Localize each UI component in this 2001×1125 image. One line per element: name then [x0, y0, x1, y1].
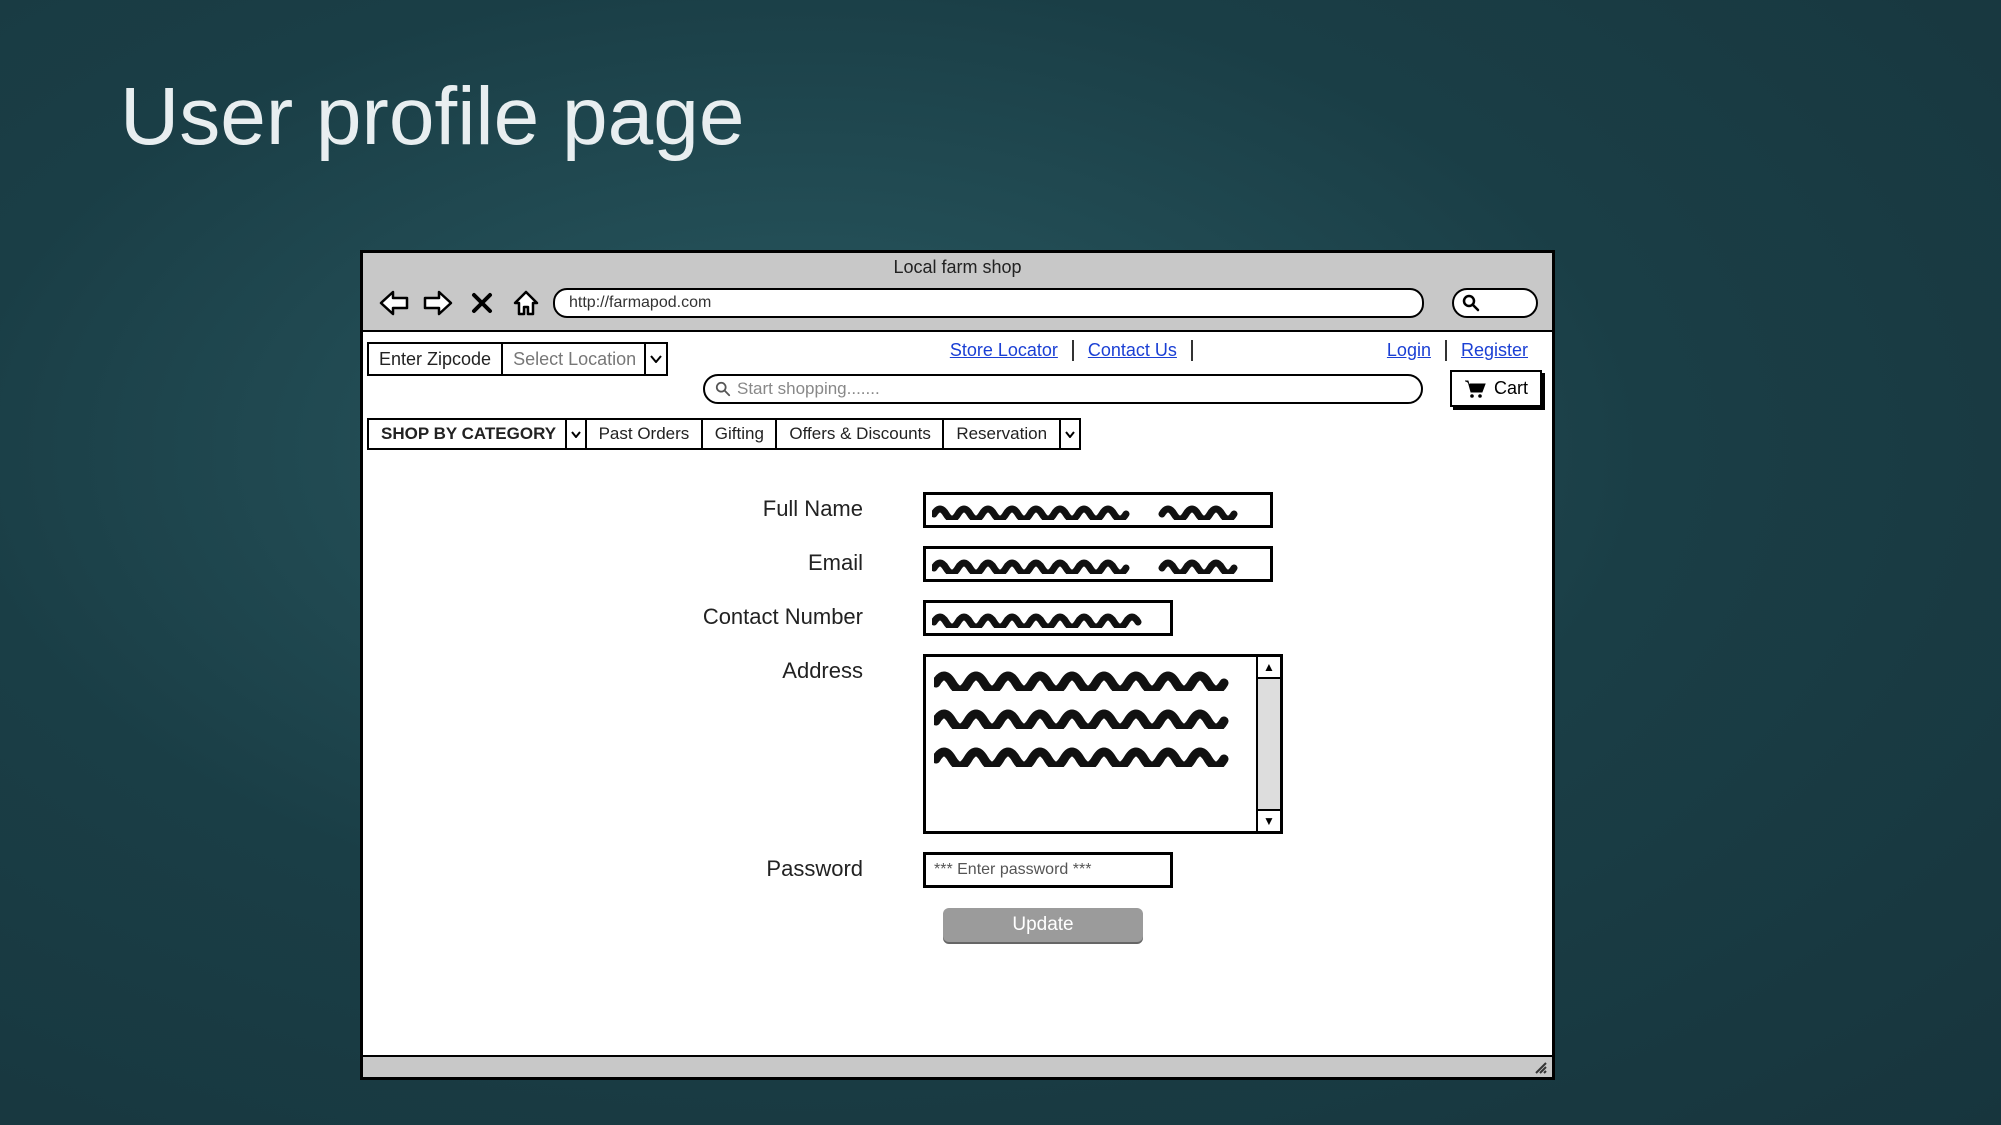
cart-button[interactable]: Cart: [1450, 370, 1542, 407]
url-bar[interactable]: http://farmapod.com: [553, 288, 1424, 318]
full-name-field[interactable]: [923, 492, 1273, 528]
login-link[interactable]: Login: [1373, 340, 1447, 361]
reservation-caret[interactable]: [1059, 418, 1081, 450]
contact-row: Contact Number: [363, 600, 1552, 636]
profile-form: Full Name Email Contac: [363, 492, 1552, 942]
contact-field[interactable]: [923, 600, 1173, 636]
search-input[interactable]: Start shopping.......: [703, 374, 1423, 404]
contact-us-link[interactable]: Contact Us: [1074, 340, 1193, 361]
browser-window: Local farm shop http://farmapod.com En: [360, 250, 1555, 1080]
tab-gifting[interactable]: Gifting: [701, 418, 778, 450]
update-button[interactable]: Update: [943, 908, 1143, 942]
zip-location-group: Enter Zipcode Select Location: [367, 342, 668, 376]
squiggle-placeholder-icon: [934, 667, 1234, 691]
browser-search-pill[interactable]: [1452, 288, 1538, 318]
full-name-row: Full Name: [363, 492, 1552, 528]
slide-title: User profile page: [120, 70, 744, 164]
forward-icon[interactable]: [421, 286, 455, 320]
nav-tabs: SHOP BY CATEGORY Past Orders Gifting Off…: [367, 418, 1078, 450]
squiggle-placeholder-icon: [932, 608, 1162, 628]
password-field[interactable]: *** Enter password ***: [923, 852, 1173, 888]
email-field[interactable]: [923, 546, 1273, 582]
squiggle-placeholder-icon: [934, 705, 1234, 729]
register-link[interactable]: Register: [1447, 340, 1542, 361]
scroll-down-icon[interactable]: ▼: [1258, 809, 1280, 831]
scroll-up-icon[interactable]: ▲: [1258, 657, 1280, 679]
contact-label: Contact Number: [363, 600, 923, 630]
password-label: Password: [363, 852, 923, 882]
stop-icon[interactable]: [465, 286, 499, 320]
search-placeholder: Start shopping.......: [737, 379, 880, 399]
search-icon: [1462, 294, 1480, 312]
squiggle-placeholder-icon: [934, 743, 1234, 767]
resize-grip-icon[interactable]: [1532, 1059, 1548, 1075]
search-icon: [715, 381, 731, 397]
top-links: Store Locator Contact Us Login Register: [936, 340, 1542, 361]
address-scrollbar[interactable]: ▲ ▼: [1256, 657, 1280, 831]
tab-shop-by-category[interactable]: SHOP BY CATEGORY: [367, 418, 570, 450]
password-row: Password *** Enter password ***: [363, 852, 1552, 888]
tab-past-orders[interactable]: Past Orders: [585, 418, 704, 450]
squiggle-placeholder-icon: [932, 554, 1262, 574]
full-name-label: Full Name: [363, 492, 923, 522]
tab-reservation[interactable]: Reservation: [942, 418, 1061, 450]
status-bar: [363, 1055, 1552, 1077]
location-select[interactable]: Select Location: [503, 342, 646, 376]
browser-nav-row: http://farmapod.com: [363, 280, 1552, 330]
zipcode-input[interactable]: Enter Zipcode: [367, 342, 503, 376]
address-label: Address: [363, 654, 923, 684]
browser-chrome: Local farm shop http://farmapod.com: [363, 253, 1552, 332]
window-title: Local farm shop: [363, 253, 1552, 280]
address-content: [926, 657, 1256, 831]
email-label: Email: [363, 546, 923, 576]
store-locator-link[interactable]: Store Locator: [936, 340, 1074, 361]
home-icon[interactable]: [509, 286, 543, 320]
location-dropdown-caret[interactable]: [646, 342, 668, 376]
page-content: Enter Zipcode Select Location Store Loca…: [363, 332, 1552, 1055]
cart-icon: [1464, 380, 1486, 398]
email-row: Email: [363, 546, 1552, 582]
back-icon[interactable]: [377, 286, 411, 320]
address-row: Address ▲ ▼: [363, 654, 1552, 834]
tab-offers-discounts[interactable]: Offers & Discounts: [775, 418, 944, 450]
cart-label: Cart: [1494, 378, 1528, 399]
address-field[interactable]: ▲ ▼: [923, 654, 1283, 834]
squiggle-placeholder-icon: [932, 500, 1262, 520]
top-controls: Enter Zipcode Select Location Store Loca…: [363, 332, 1552, 442]
